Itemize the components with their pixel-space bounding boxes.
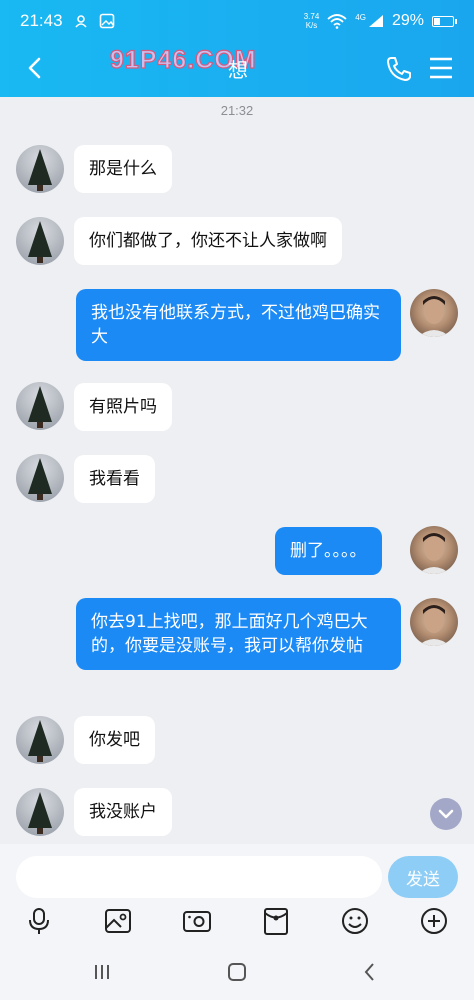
- message-text: 我也没有他联系方式，不过他鸡巴确实大: [91, 303, 380, 347]
- message-text: 我看看: [89, 469, 140, 489]
- message-text: 你去91上找吧，那上面好几个鸡巴大的，你要是没账号，我可以帮你发帖: [91, 612, 368, 656]
- my-avatar[interactable]: [410, 526, 458, 574]
- emoji-icon[interactable]: [340, 906, 370, 936]
- message-bubble[interactable]: 那是什么: [74, 145, 172, 193]
- camera-icon[interactable]: [182, 906, 212, 936]
- notification-icon: [74, 15, 87, 28]
- gallery-notification-icon: [99, 13, 114, 29]
- message-bubble[interactable]: 你发吧: [74, 716, 155, 764]
- system-nav-bar: [0, 944, 474, 1000]
- message-text: 有照片吗: [89, 397, 157, 417]
- red-packet-icon[interactable]: [261, 906, 291, 936]
- message-bubble[interactable]: 我看看: [74, 455, 155, 503]
- message-bubble[interactable]: 你们都做了，你还不让人家做啊: [74, 217, 342, 265]
- chat-timestamp: 21:32: [220, 103, 254, 118]
- message-bubble[interactable]: 删了。。。。: [275, 527, 382, 575]
- message-text: 你们都做了，你还不让人家做啊: [89, 231, 327, 251]
- contact-avatar[interactable]: [16, 454, 64, 502]
- message-text: 我没账户: [89, 802, 157, 822]
- christmas-tree-icon: [28, 720, 52, 762]
- message-text: 删了。。。。: [290, 541, 367, 561]
- plus-icon[interactable]: [419, 906, 449, 936]
- message-bubble[interactable]: 我没账户: [74, 788, 172, 836]
- chevron-down-icon: [438, 809, 454, 819]
- signal-icon: [368, 15, 383, 27]
- christmas-tree-icon: [28, 149, 52, 191]
- my-avatar[interactable]: [410, 289, 458, 337]
- message-bubble[interactable]: 我也没有他联系方式，不过他鸡巴确实大: [76, 289, 401, 361]
- message-text: 你发吧: [89, 730, 140, 750]
- phone-icon[interactable]: [384, 54, 414, 84]
- microphone-icon[interactable]: [24, 906, 54, 936]
- contact-avatar[interactable]: [16, 145, 64, 193]
- back-icon[interactable]: [358, 960, 382, 984]
- top-bar: 21:43 3.74 K/s 4G 29% 91P46.COM 想: [0, 0, 474, 97]
- input-bar: 发送: [0, 844, 474, 944]
- battery-icon: [432, 15, 457, 27]
- chat-title[interactable]: 想: [228, 54, 248, 83]
- person-icon: [418, 296, 450, 337]
- message-bubble[interactable]: 你去91上找吧，那上面好几个鸡巴大的，你要是没账号，我可以帮你发帖: [76, 598, 401, 670]
- christmas-tree-icon: [28, 792, 52, 834]
- battery-percent: 29%: [391, 12, 424, 29]
- wifi-icon: [327, 14, 347, 29]
- back-arrow-icon[interactable]: [22, 54, 50, 82]
- message-bubble[interactable]: 有照片吗: [74, 383, 172, 431]
- contact-avatar[interactable]: [16, 716, 64, 764]
- my-avatar[interactable]: [410, 598, 458, 646]
- recent-apps-icon[interactable]: [90, 960, 114, 984]
- contact-avatar[interactable]: [16, 382, 64, 430]
- christmas-tree-icon: [28, 221, 52, 263]
- christmas-tree-icon: [28, 458, 52, 500]
- status-bar: 21:43 3.74 K/s 4G 29%: [0, 0, 474, 42]
- chat-header: 91P46.COM 想: [0, 42, 474, 97]
- send-button[interactable]: 发送: [388, 856, 458, 898]
- scroll-to-bottom-button[interactable]: [430, 798, 462, 830]
- person-icon: [418, 533, 450, 574]
- contact-avatar[interactable]: [16, 788, 64, 836]
- net-speed: 3.74 K/s: [303, 12, 320, 30]
- image-icon[interactable]: [103, 906, 133, 936]
- person-icon: [418, 605, 450, 646]
- contact-avatar[interactable]: [16, 217, 64, 265]
- signal-label: 4G: [355, 12, 366, 22]
- status-time: 21:43: [20, 11, 63, 30]
- home-icon[interactable]: [225, 960, 249, 984]
- message-text: 那是什么: [89, 159, 157, 179]
- christmas-tree-icon: [28, 386, 52, 428]
- message-input[interactable]: [16, 856, 382, 898]
- menu-icon[interactable]: [428, 56, 454, 80]
